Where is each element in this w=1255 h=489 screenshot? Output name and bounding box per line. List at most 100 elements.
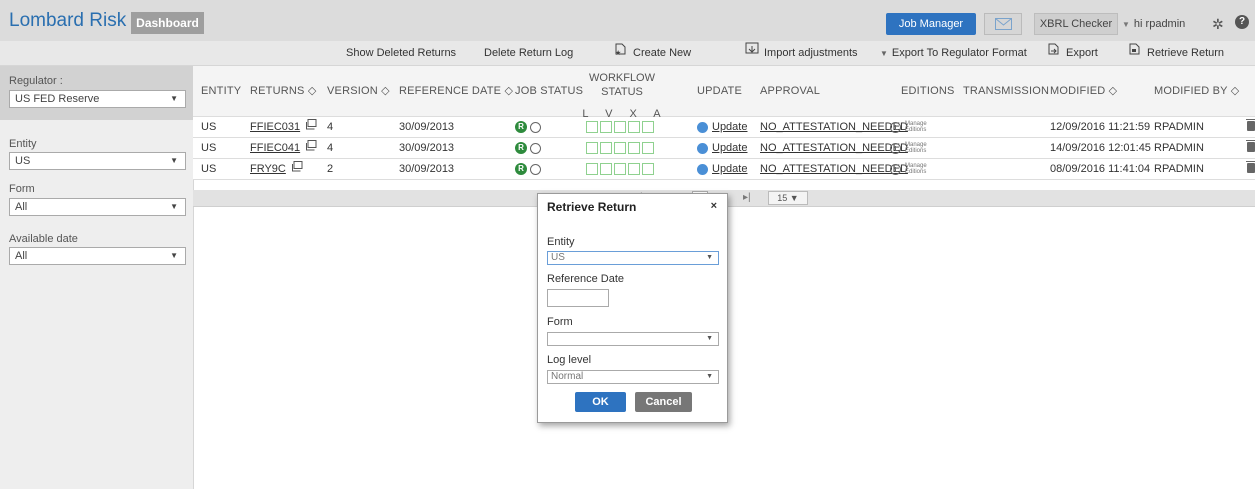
- row-entity: US: [201, 121, 217, 133]
- dialog-log-level-label: Log level: [547, 354, 592, 366]
- approval-link[interactable]: NO_ATTESTATION_NEEDED: [760, 142, 908, 154]
- gear-icon[interactable]: ✲: [1212, 13, 1224, 35]
- row-update[interactable]: Update: [697, 117, 747, 137]
- mail-button[interactable]: [984, 13, 1022, 35]
- job-manager-button[interactable]: Job Manager: [886, 13, 976, 35]
- regulator-filter: Regulator : US FED Reserve ▼: [0, 66, 193, 120]
- manage-editions-link[interactable]: Manage Editions: [905, 121, 935, 133]
- chevron-down-icon: ▼: [170, 202, 178, 211]
- row-return[interactable]: FFIEC041: [250, 138, 317, 158]
- trash-icon[interactable]: [1246, 119, 1255, 131]
- row-job-status: R: [515, 117, 541, 137]
- trash-icon[interactable]: [1246, 140, 1255, 152]
- row-return[interactable]: FRY9C: [250, 159, 303, 179]
- workflow-e-box: [642, 142, 654, 155]
- import-adjustments-button[interactable]: Import adjustments: [745, 41, 858, 65]
- chevron-down-icon: ▼: [706, 254, 713, 261]
- reference-date-input[interactable]: [547, 289, 609, 307]
- workflow-x-box: [614, 142, 626, 155]
- workflow-e-box: [642, 121, 654, 134]
- available-date-select[interactable]: All ▼: [9, 247, 186, 265]
- row-approval[interactable]: NO_ATTESTATION_NEEDED: [760, 138, 908, 158]
- col-modified[interactable]: MODIFIED ◇: [1050, 66, 1117, 116]
- workflow-v-box: [600, 142, 612, 155]
- table-row[interactable]: US FRY9C 2 30/09/2013 R Update NO_ATTEST…: [193, 159, 1255, 180]
- cancel-button[interactable]: Cancel: [635, 392, 692, 412]
- copy-icon[interactable]: [290, 159, 303, 179]
- mail-icon: [995, 18, 1012, 30]
- dialog-reference-date-label: Reference Date: [547, 273, 625, 285]
- create-new-button[interactable]: ★ Create New: [614, 41, 691, 65]
- row-approval[interactable]: NO_ATTESTATION_NEEDED: [760, 117, 908, 137]
- form-select[interactable]: All ▼: [9, 198, 186, 216]
- row-editions[interactable]: Manage Editions: [890, 138, 935, 158]
- retrieve-return-button[interactable]: Retrieve Return: [1128, 41, 1224, 65]
- row-return[interactable]: FFIEC031: [250, 117, 317, 137]
- copy-icon[interactable]: [304, 138, 317, 158]
- row-reference-date: 30/09/2013: [399, 142, 455, 154]
- delete-return-log-link[interactable]: Delete Return Log: [484, 41, 573, 65]
- approval-link[interactable]: NO_ATTESTATION_NEEDED: [760, 163, 908, 175]
- table-row[interactable]: US FFIEC041 4 30/09/2013 R Update NO_ATT…: [193, 138, 1255, 159]
- clock-icon: [890, 121, 901, 133]
- last-page-icon[interactable]: ▸|: [743, 192, 751, 203]
- svg-text:★: ★: [615, 49, 621, 56]
- manage-editions-link[interactable]: Manage Editions: [905, 142, 935, 154]
- export-regulator-format-dropdown[interactable]: ▼ Export To Regulator Format: [880, 41, 1027, 65]
- col-entity[interactable]: ENTITY: [201, 66, 241, 116]
- copy-icon[interactable]: [304, 117, 317, 137]
- col-update: UPDATE: [697, 85, 743, 97]
- update-icon: [697, 163, 708, 175]
- workflow-x-box: [614, 121, 626, 134]
- approval-link[interactable]: NO_ATTESTATION_NEEDED: [760, 121, 908, 133]
- regulator-select[interactable]: US FED Reserve ▼: [9, 90, 186, 108]
- dialog-entity-select[interactable]: US ▼: [547, 251, 719, 265]
- manage-editions-link[interactable]: Manage Editions: [905, 163, 935, 175]
- col-reference-date[interactable]: REFERENCE DATE ◇: [399, 66, 513, 116]
- update-link[interactable]: Update: [712, 142, 747, 154]
- create-new-icon: ★: [614, 41, 628, 65]
- tab-dashboard[interactable]: Dashboard: [131, 12, 204, 34]
- show-deleted-returns-link[interactable]: Show Deleted Returns: [346, 41, 456, 65]
- workflow-status-title: WORKFLOW STATUS: [589, 72, 655, 98]
- row-entity: US: [201, 142, 217, 154]
- return-link[interactable]: FFIEC041: [250, 142, 300, 154]
- import-adjustments-label: Import adjustments: [764, 47, 858, 59]
- help-icon[interactable]: ?: [1235, 15, 1249, 29]
- dialog-log-level-select[interactable]: Normal ▼: [547, 370, 719, 384]
- return-link[interactable]: FRY9C: [250, 163, 286, 175]
- update-icon: [697, 121, 708, 133]
- row-workflow-status: [586, 138, 656, 158]
- clock-icon: [890, 163, 901, 175]
- regulator-value: US FED Reserve: [15, 93, 100, 105]
- entity-select[interactable]: US ▼: [9, 152, 186, 170]
- row-update[interactable]: Update: [697, 138, 747, 158]
- chevron-down-icon: ▼: [706, 373, 713, 380]
- xbrl-checker-button[interactable]: XBRL Checker: [1034, 13, 1118, 35]
- update-link[interactable]: Update: [712, 163, 747, 175]
- row-modified: 12/09/2016 11:21:59: [1050, 121, 1151, 133]
- dialog-form-select[interactable]: ▼: [547, 332, 719, 346]
- brand-logo: Lombard Risk: [0, 0, 131, 41]
- user-name: hi rpadmin: [1133, 18, 1186, 30]
- return-link[interactable]: FFIEC031: [250, 121, 300, 133]
- row-approval[interactable]: NO_ATTESTATION_NEEDED: [760, 159, 908, 179]
- close-icon[interactable]: ×: [711, 200, 717, 212]
- col-modified-by[interactable]: MODIFIED BY ◇: [1154, 66, 1239, 116]
- user-menu[interactable]: ▼ hi rpadmin: [1122, 13, 1185, 35]
- ok-button[interactable]: OK: [575, 392, 626, 412]
- row-entity: US: [201, 163, 217, 175]
- col-version[interactable]: VERSION ◇: [327, 66, 390, 116]
- trash-icon[interactable]: [1246, 161, 1255, 173]
- update-link[interactable]: Update: [712, 121, 747, 133]
- table-row[interactable]: US FFIEC031 4 30/09/2013 R Update NO_ATT…: [193, 117, 1255, 138]
- col-editions: EDITIONS: [901, 85, 955, 97]
- col-returns[interactable]: RETURNS ◇: [250, 66, 316, 116]
- page-size-select[interactable]: 15 ▼: [768, 191, 808, 205]
- export-button[interactable]: Export: [1047, 41, 1098, 65]
- row-update[interactable]: Update: [697, 159, 747, 179]
- row-modified: 08/09/2016 11:41:04: [1050, 163, 1151, 175]
- form-label: Form: [9, 183, 35, 195]
- row-editions[interactable]: Manage Editions: [890, 117, 935, 137]
- row-editions[interactable]: Manage Editions: [890, 159, 935, 179]
